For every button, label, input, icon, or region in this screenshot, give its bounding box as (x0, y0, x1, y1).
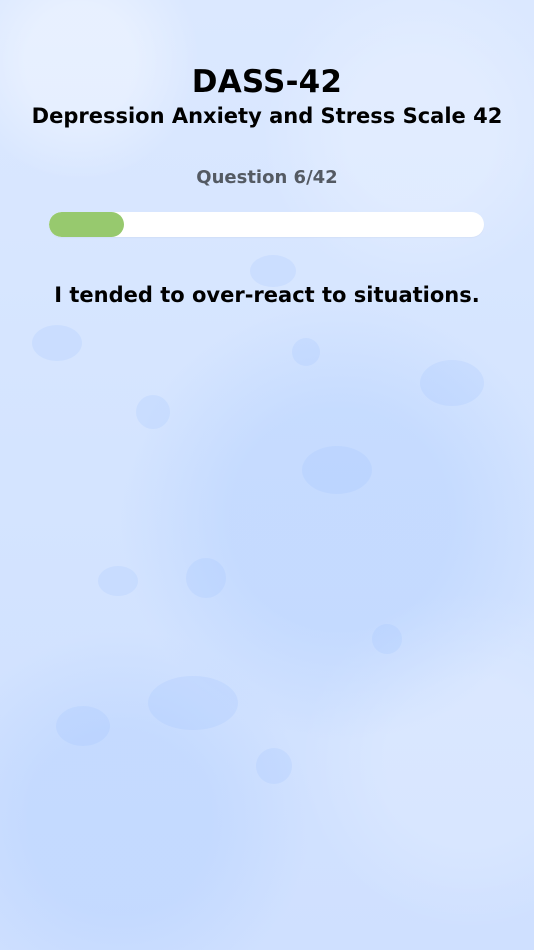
app-title: DASS-42 (191, 63, 343, 100)
scale-subtitle: Depression Anxiety and Stress Scale 42 (31, 104, 503, 128)
questionnaire-screen: DASS-42 Depression Anxiety and Stress Sc… (0, 0, 534, 950)
question-counter: Question 6/42 (196, 167, 338, 188)
question-text: I tended to over-react to situations. (54, 283, 480, 307)
progress-fill (49, 212, 124, 237)
progress-bar (49, 212, 484, 237)
